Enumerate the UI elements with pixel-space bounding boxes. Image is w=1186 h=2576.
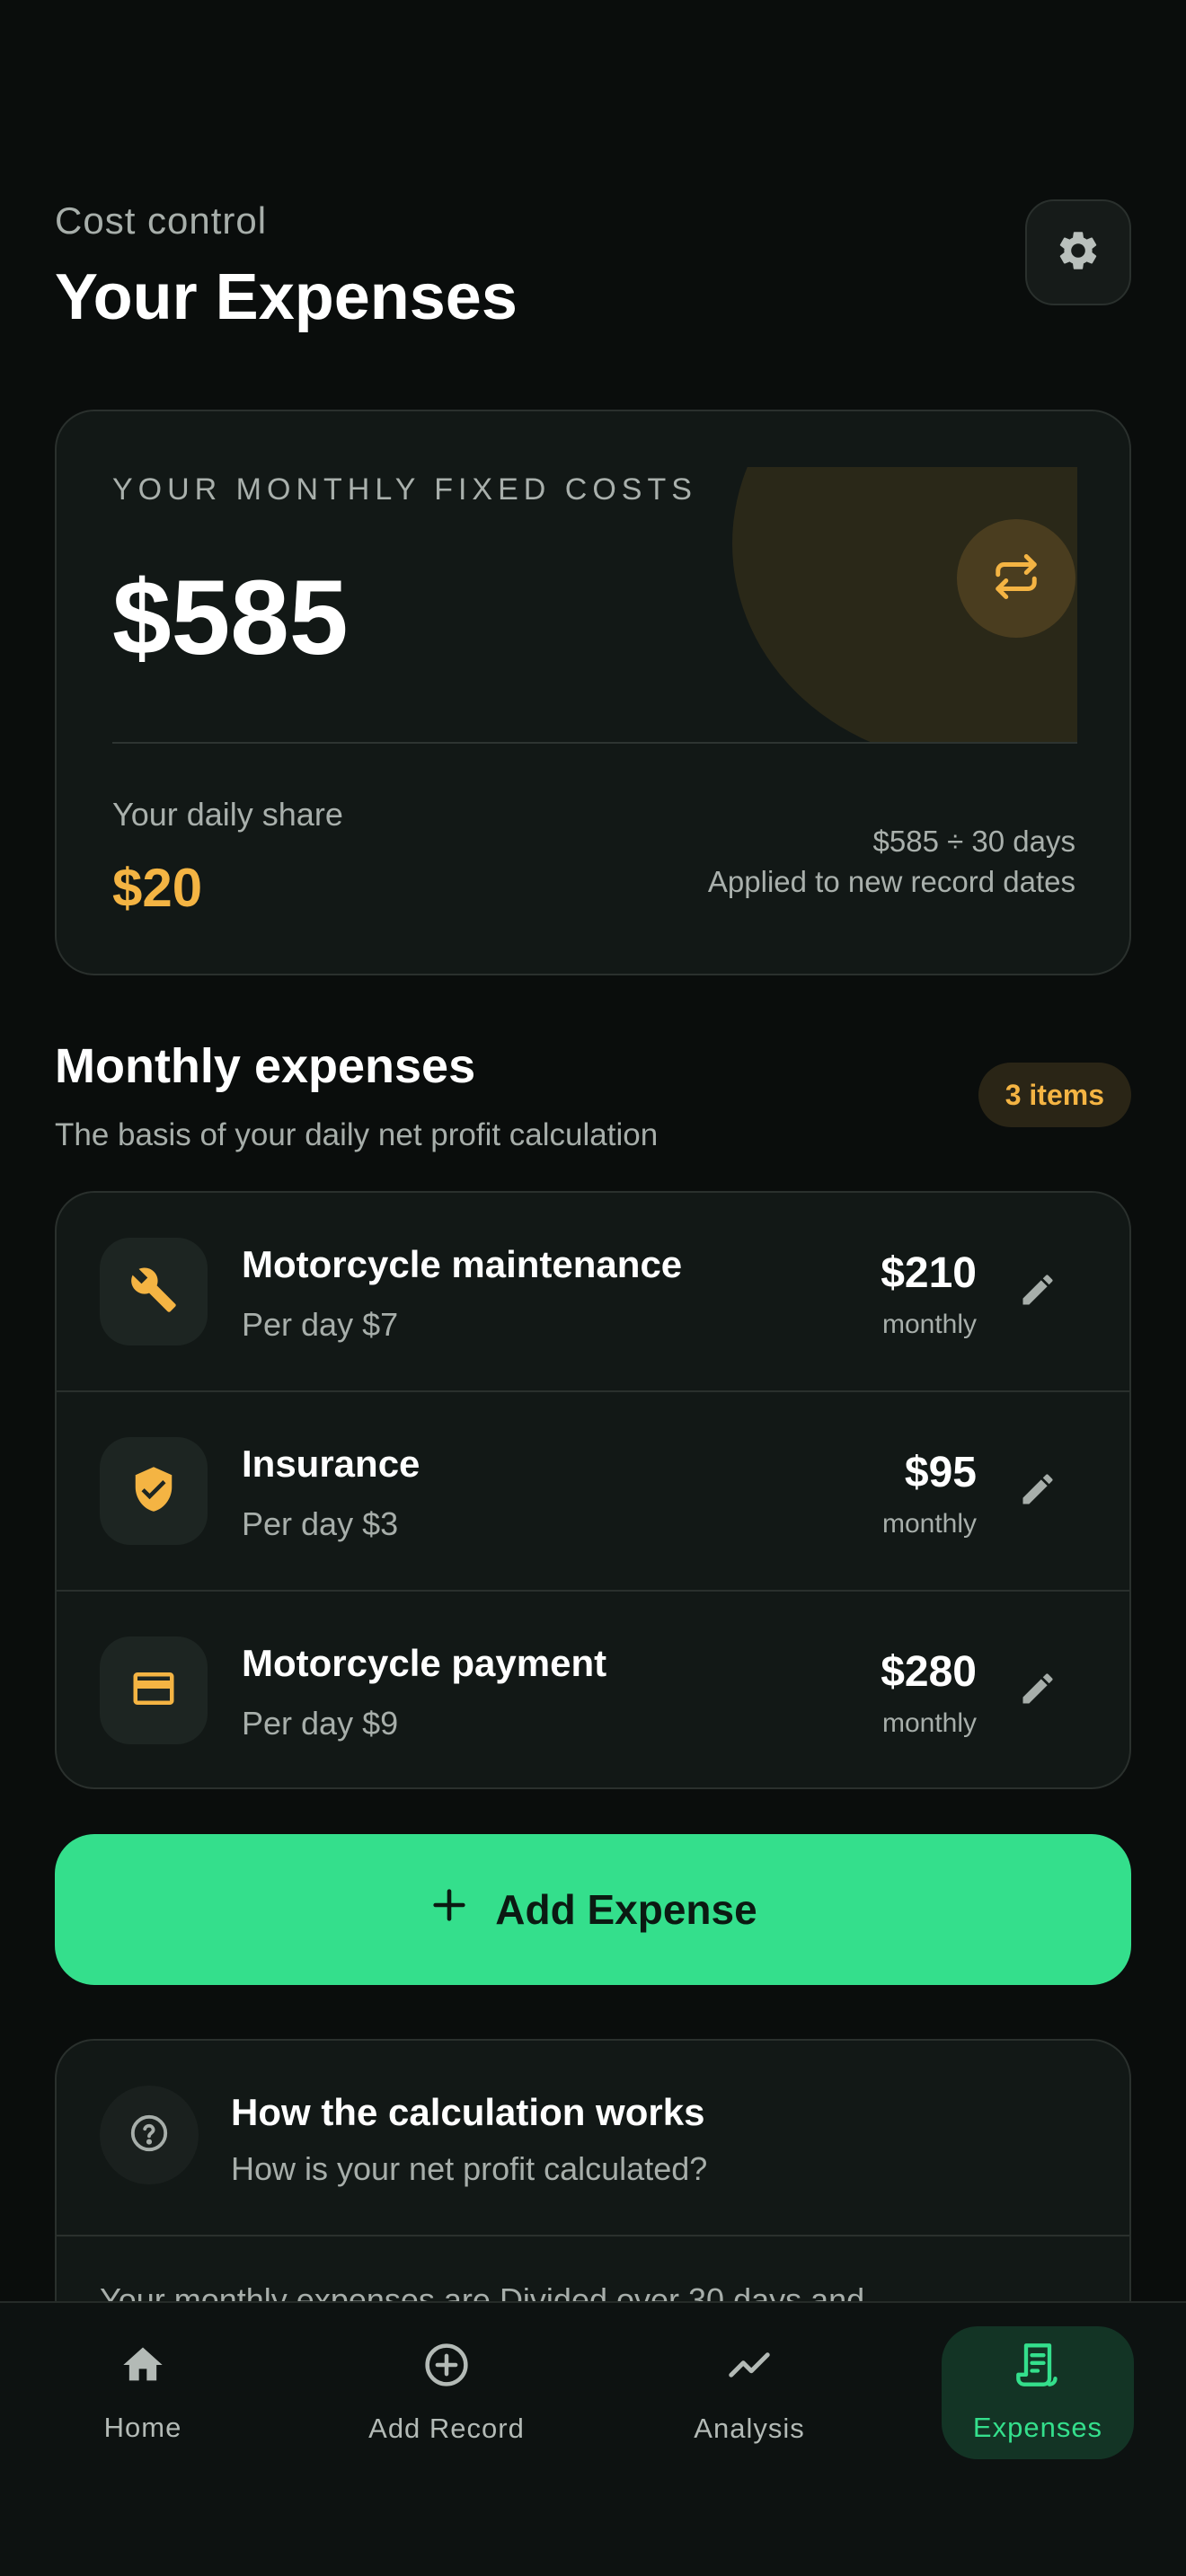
page-subtitle: Cost control <box>55 199 268 242</box>
expense-period: monthly <box>881 1708 977 1738</box>
receipt-icon <box>1014 2342 1061 2395</box>
expense-period: monthly <box>881 1509 977 1539</box>
pencil-icon <box>1018 1469 1058 1513</box>
edit-button[interactable] <box>1011 1265 1065 1319</box>
nav-label: Home <box>103 2412 182 2443</box>
wrench-icon <box>129 1266 178 1319</box>
bottom-nav: Home Add Record Analysis Expenses <box>0 2301 1186 2576</box>
daily-share-label: Your daily share <box>112 796 343 833</box>
summary-top: YOUR MONTHLY FIXED COSTS $585 <box>112 467 1077 742</box>
settings-button[interactable] <box>1025 199 1131 305</box>
nav-item-analysis[interactable]: Analysis <box>653 2326 845 2459</box>
nav-label: Add Record <box>368 2413 525 2444</box>
expense-period: monthly <box>881 1310 977 1339</box>
header: Cost control Your Expenses <box>55 199 1131 334</box>
add-expense-label: Add Expense <box>495 1886 757 1933</box>
daily-share-note: $585 ÷ 30 days Applied to new record dat… <box>708 821 1075 902</box>
list-item[interactable]: Motorcycle maintenance Per day $7 $210 m… <box>57 1193 1129 1392</box>
edit-button[interactable] <box>1011 1464 1065 1518</box>
trend-icon <box>725 2341 774 2396</box>
expense-list: Motorcycle maintenance Per day $7 $210 m… <box>55 1191 1131 1789</box>
pencil-icon <box>1018 1270 1058 1314</box>
swap-button[interactable] <box>957 519 1075 638</box>
expense-name: Motorcycle maintenance <box>242 1243 683 1285</box>
shield-check-icon <box>129 1465 178 1518</box>
daily-applied-note: Applied to new record dates <box>707 865 1075 898</box>
plus-icon <box>429 1884 470 1936</box>
expense-icon-box <box>100 1636 208 1744</box>
nav-item-add-record[interactable]: Add Record <box>350 2326 543 2459</box>
expense-per-day: Per day $9 <box>242 1705 399 1742</box>
page-title: Your Expenses <box>55 261 518 333</box>
section-subtitle: The basis of your daily net profit calcu… <box>55 1117 659 1152</box>
expenses-screen: Cost control Your Expenses YOUR MONTHLY … <box>0 0 1186 2576</box>
expense-amount: $95 <box>904 1449 977 1496</box>
help-circle-icon <box>128 2113 170 2158</box>
expense-icon-box <box>100 1437 208 1545</box>
daily-formula: $585 ÷ 30 days <box>872 825 1075 858</box>
nav-label: Expenses <box>972 2412 1103 2443</box>
expense-per-day: Per day $3 <box>242 1505 399 1542</box>
gear-icon <box>1055 227 1102 278</box>
fixed-costs-card: YOUR MONTHLY FIXED COSTS $585 Your daily… <box>55 410 1131 975</box>
credit-card-icon <box>129 1664 178 1717</box>
add-expense-button[interactable]: Add Expense <box>55 1834 1131 1985</box>
list-item[interactable]: Insurance Per day $3 $95 monthly <box>57 1392 1129 1592</box>
swap-arrows-icon <box>992 552 1040 605</box>
nav-item-expenses[interactable]: Expenses <box>942 2326 1134 2459</box>
expense-name: Motorcycle payment <box>242 1642 607 1684</box>
nav-label: Analysis <box>694 2413 805 2444</box>
edit-button[interactable] <box>1011 1663 1065 1717</box>
item-count-badge: 3 items <box>978 1063 1131 1127</box>
expense-amount: $280 <box>881 1648 977 1696</box>
summary-label: YOUR MONTHLY FIXED COSTS <box>112 472 697 507</box>
daily-share-value: $20 <box>112 858 203 918</box>
pencil-icon <box>1018 1669 1058 1713</box>
help-icon-box <box>100 2086 199 2184</box>
summary-divider <box>112 742 1077 744</box>
nav-item-home[interactable]: Home <box>47 2326 239 2459</box>
home-icon <box>119 2342 166 2395</box>
expense-per-day: Per day $7 <box>242 1306 399 1343</box>
add-circle-icon <box>422 2341 471 2396</box>
expense-name: Insurance <box>242 1442 420 1485</box>
how-divider <box>57 2235 1129 2236</box>
list-item[interactable]: Motorcycle payment Per day $9 $280 month… <box>57 1592 1129 1787</box>
expense-icon-box <box>100 1238 208 1345</box>
how-title: How the calculation works <box>231 2091 705 2133</box>
section-title: Monthly expenses <box>55 1039 476 1093</box>
how-subtitle: How is your net profit calculated? <box>231 2150 708 2187</box>
summary-total: $585 <box>112 559 349 677</box>
expense-amount: $210 <box>881 1249 977 1297</box>
